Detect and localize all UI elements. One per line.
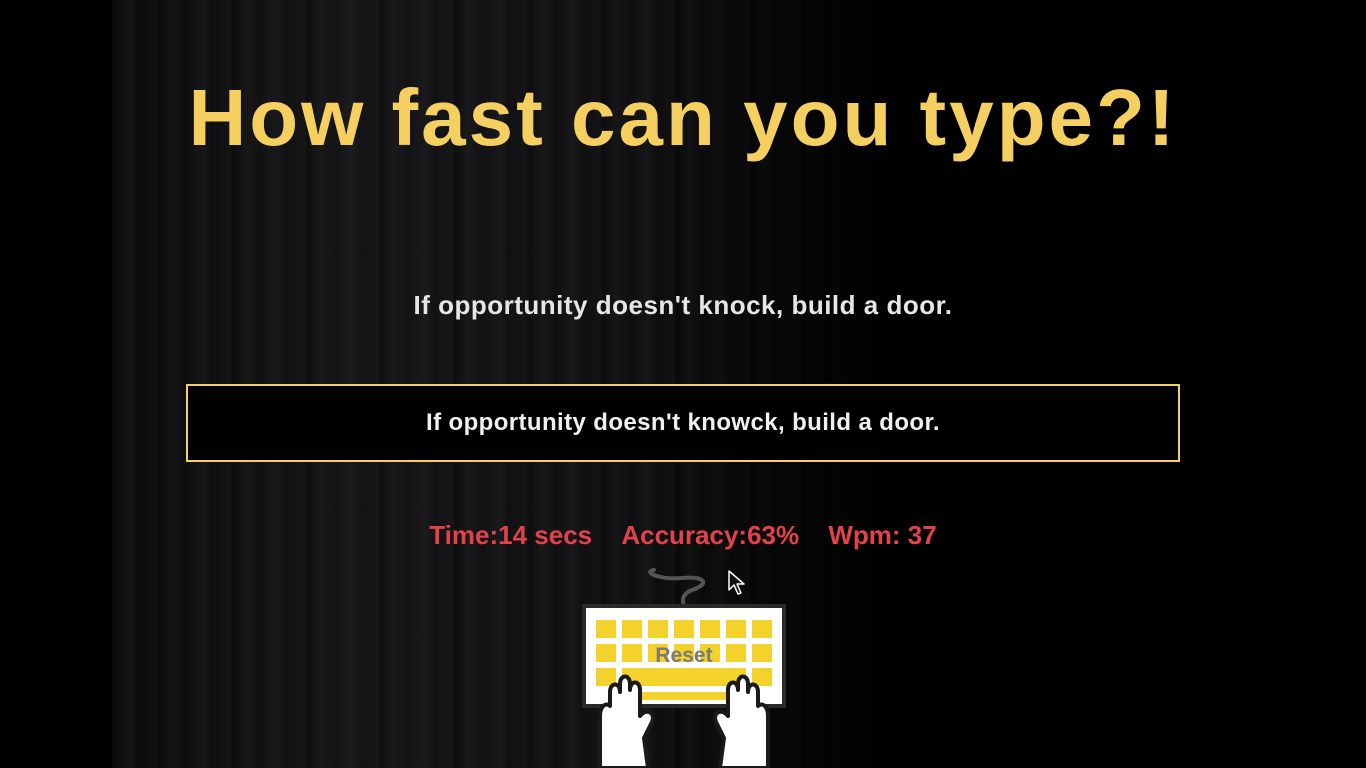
mouse-pointer-icon bbox=[728, 570, 745, 595]
reset-button[interactable]: Reset bbox=[582, 566, 786, 768]
accuracy-stat: Accuracy:63% bbox=[621, 520, 800, 550]
time-stat: Time:14 secs bbox=[429, 520, 593, 550]
reset-label: Reset bbox=[655, 644, 713, 667]
quote-text: If opportunity doesn't knock, build a do… bbox=[413, 290, 953, 320]
page-title: How fast can you type?! bbox=[188, 73, 1178, 162]
wpm-stat: Wpm: 37 bbox=[828, 520, 937, 550]
typing-input[interactable]: If opportunity doesn't knowck, build a d… bbox=[186, 384, 1180, 462]
stats-bar: Time:14 secs Accuracy:63% Wpm: 37 bbox=[0, 520, 1366, 551]
typing-test-page: How fast can you type?! If opportunity d… bbox=[0, 0, 1366, 768]
